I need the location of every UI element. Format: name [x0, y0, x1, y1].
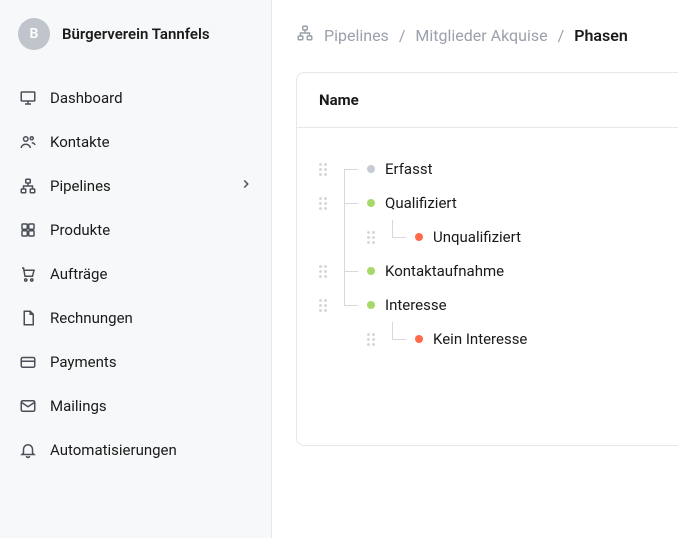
main: Pipelines / Mitglieder Akquise / Phasen … [272, 0, 678, 538]
drag-handle-icon[interactable] [319, 263, 331, 279]
phase-row-qualifiziert[interactable]: Qualifiziert [319, 186, 656, 220]
sidebar-item-products[interactable]: Produkte [8, 210, 263, 250]
bell-icon [18, 440, 38, 460]
status-dot-icon [367, 165, 375, 173]
breadcrumb-current: Phasen [574, 26, 628, 45]
contacts-icon [18, 132, 38, 152]
phases-tree: Erfasst Qualifiziert [297, 128, 678, 380]
sidebar-item-contacts[interactable]: Kontakte [8, 122, 263, 162]
drag-handle-icon[interactable] [367, 229, 379, 245]
chevron-right-icon [239, 177, 253, 195]
nav: Dashboard Kontakte Pipelines Produkte [0, 72, 271, 480]
sidebar-item-dashboard[interactable]: Dashboard [8, 78, 263, 118]
phase-label: Kontaktaufnahme [385, 262, 504, 280]
phase-row-kontaktaufnahme[interactable]: Kontaktaufnahme [319, 254, 656, 288]
sidebar-item-label: Aufträge [50, 265, 107, 283]
org-name: Bürgerverein Tannfels [62, 25, 210, 43]
drag-handle-icon[interactable] [319, 297, 331, 313]
breadcrumb-link-pipelines[interactable]: Pipelines [324, 26, 389, 45]
phase-row-erfasst[interactable]: Erfasst [319, 152, 656, 186]
mail-icon [18, 396, 38, 416]
sidebar-item-payments[interactable]: Payments [8, 342, 263, 382]
status-dot-icon [367, 199, 375, 207]
sidebar: B Bürgerverein Tannfels Dashboard Kontak… [0, 0, 272, 538]
phase-label: Kein Interesse [433, 330, 527, 348]
phase-label: Unqualifiziert [433, 228, 521, 246]
sidebar-item-mailings[interactable]: Mailings [8, 386, 263, 426]
phase-label: Qualifiziert [385, 194, 457, 212]
status-dot-icon [367, 267, 375, 275]
breadcrumb: Pipelines / Mitglieder Akquise / Phasen [296, 24, 678, 46]
credit-card-icon [18, 352, 38, 372]
phases-panel: Name Erfasst Qualifiziert [296, 72, 678, 446]
phase-row-interesse[interactable]: Interesse [319, 288, 656, 322]
status-dot-icon [415, 335, 423, 343]
phase-label: Erfasst [385, 160, 432, 178]
hierarchy-icon [18, 176, 38, 196]
org-header[interactable]: B Bürgerverein Tannfels [0, 18, 271, 72]
avatar: B [18, 18, 50, 50]
sidebar-item-label: Mailings [50, 397, 107, 415]
status-dot-icon [367, 301, 375, 309]
sidebar-item-automations[interactable]: Automatisierungen [8, 430, 263, 470]
cart-icon [18, 264, 38, 284]
breadcrumb-separator: / [399, 26, 406, 45]
sidebar-item-pipelines[interactable]: Pipelines [8, 166, 263, 206]
sidebar-item-label: Pipelines [50, 177, 111, 195]
breadcrumb-separator: / [558, 26, 565, 45]
sidebar-item-label: Kontakte [50, 133, 110, 151]
sidebar-item-invoices[interactable]: Rechnungen [8, 298, 263, 338]
panel-header-name: Name [297, 73, 678, 128]
phase-label: Interesse [385, 296, 447, 314]
sidebar-item-label: Rechnungen [50, 309, 133, 327]
drag-handle-icon[interactable] [367, 331, 379, 347]
sidebar-item-label: Produkte [50, 221, 110, 239]
sidebar-item-label: Dashboard [50, 89, 123, 107]
phase-row-kein-interesse[interactable]: Kein Interesse [319, 322, 656, 356]
drag-handle-icon[interactable] [319, 195, 331, 211]
monitor-icon [18, 88, 38, 108]
grid-icon [18, 220, 38, 240]
sidebar-item-label: Payments [50, 353, 117, 371]
breadcrumb-link-pipeline[interactable]: Mitglieder Akquise [415, 26, 547, 45]
drag-handle-icon[interactable] [319, 161, 331, 177]
phase-row-unqualifiziert[interactable]: Unqualifiziert [319, 220, 656, 254]
status-dot-icon [415, 233, 423, 241]
sidebar-item-orders[interactable]: Aufträge [8, 254, 263, 294]
hierarchy-icon [296, 24, 314, 46]
sidebar-item-label: Automatisierungen [50, 441, 177, 459]
document-icon [18, 308, 38, 328]
